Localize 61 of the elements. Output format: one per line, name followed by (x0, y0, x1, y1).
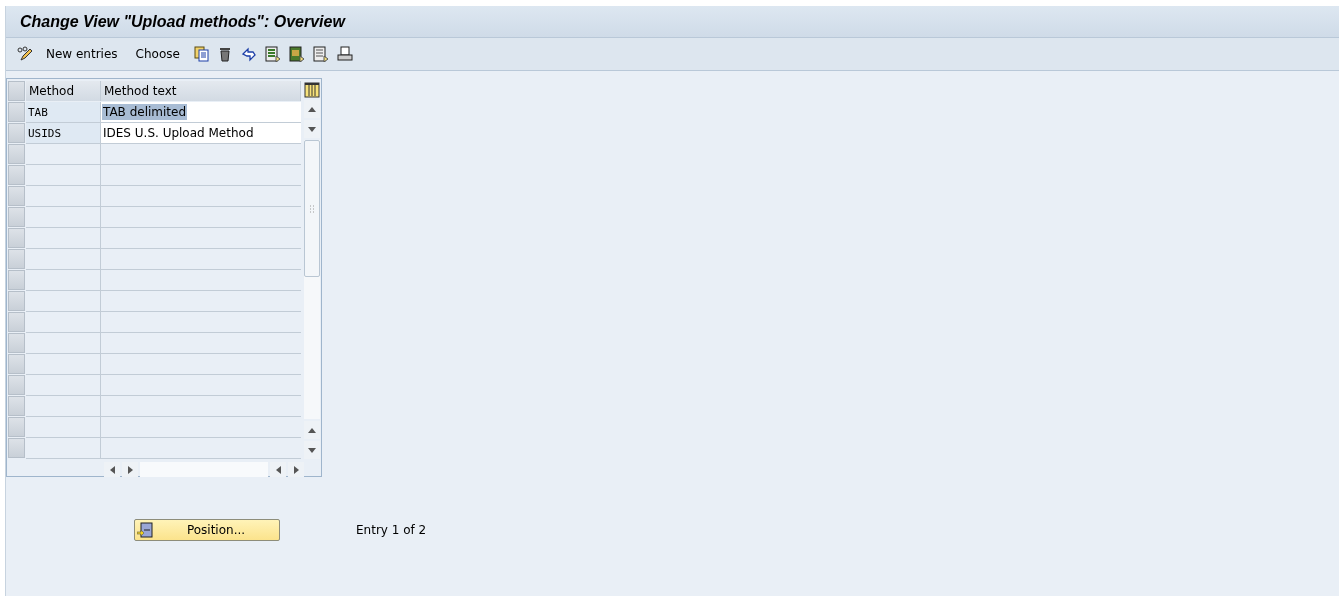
scroll-down-button[interactable] (304, 441, 320, 459)
table-cell: USIDS (26, 123, 101, 144)
scroll-up-button[interactable] (304, 421, 320, 439)
input-field[interactable]: TAB delimited (101, 102, 301, 123)
column-header: Method (26, 81, 101, 101)
row-selector[interactable] (8, 123, 25, 143)
scrollbar-thumb[interactable] (304, 140, 320, 277)
row-selector[interactable] (8, 102, 25, 122)
scroll-left-button[interactable] (270, 462, 286, 477)
window-title: Change View "Upload methods": Overview (20, 12, 345, 31)
row-selector[interactable] (8, 312, 25, 332)
triangle-up-icon (308, 427, 316, 433)
triangle-left-icon (109, 465, 115, 474)
triangle-right-icon (293, 465, 299, 474)
table-cell: TAB (26, 102, 101, 123)
column-header: Method text (101, 81, 301, 101)
triangle-down-icon (308, 126, 316, 132)
toolbar-button[interactable]: New entries (40, 47, 124, 61)
row-selector[interactable] (8, 396, 25, 416)
toolbar-icon-button[interactable] (287, 45, 306, 63)
row-selector[interactable] (8, 417, 25, 437)
print-icon (336, 46, 353, 62)
toolbar-icon-button[interactable] (263, 45, 282, 63)
row-selector[interactable] (8, 270, 25, 290)
row-selector[interactable] (8, 354, 25, 374)
list-deselect-icon (312, 46, 329, 62)
block-select-icon (288, 46, 305, 62)
row-selector[interactable] (8, 438, 25, 458)
scroll-right-button[interactable] (122, 462, 138, 477)
input-field[interactable]: IDES U.S. Upload Method (101, 123, 301, 144)
triangle-up-icon (308, 106, 316, 112)
position-icon (137, 522, 153, 538)
undo-icon (240, 46, 257, 62)
toolbar-icon-button[interactable] (311, 45, 330, 63)
copy-icon (192, 46, 209, 62)
row-selector[interactable] (8, 333, 25, 353)
row-selector[interactable] (8, 291, 25, 311)
triangle-down-icon (308, 447, 316, 453)
row-selector[interactable] (8, 207, 25, 227)
entry-count-text: Entry 1 of 2 (356, 523, 427, 537)
position-button[interactable]: Position... (134, 519, 280, 541)
list-select-icon (264, 46, 281, 62)
row-selector[interactable] (8, 375, 25, 395)
row-selector[interactable] (8, 249, 25, 269)
row-selector[interactable] (8, 186, 25, 206)
toolbar-icon-button[interactable] (191, 45, 210, 63)
toolbar-icon-button[interactable] (16, 45, 34, 63)
scroll-down-button[interactable] (304, 120, 320, 138)
scroll-right-button[interactable] (288, 462, 304, 477)
column-settings-icon[interactable] (304, 82, 320, 98)
scroll-left-button[interactable] (104, 462, 120, 477)
row-selector[interactable] (8, 228, 25, 248)
row-selector[interactable] (8, 165, 25, 185)
triangle-left-icon (275, 465, 281, 474)
toolbar-button[interactable]: Choose (129, 47, 186, 61)
triangle-right-icon (127, 465, 133, 474)
row-selector[interactable] (8, 144, 25, 164)
scroll-up-button[interactable] (304, 100, 320, 118)
select-all-cell[interactable] (8, 81, 25, 101)
toolbar-icon-button[interactable] (335, 45, 354, 63)
pencil-glasses-icon (17, 46, 33, 62)
